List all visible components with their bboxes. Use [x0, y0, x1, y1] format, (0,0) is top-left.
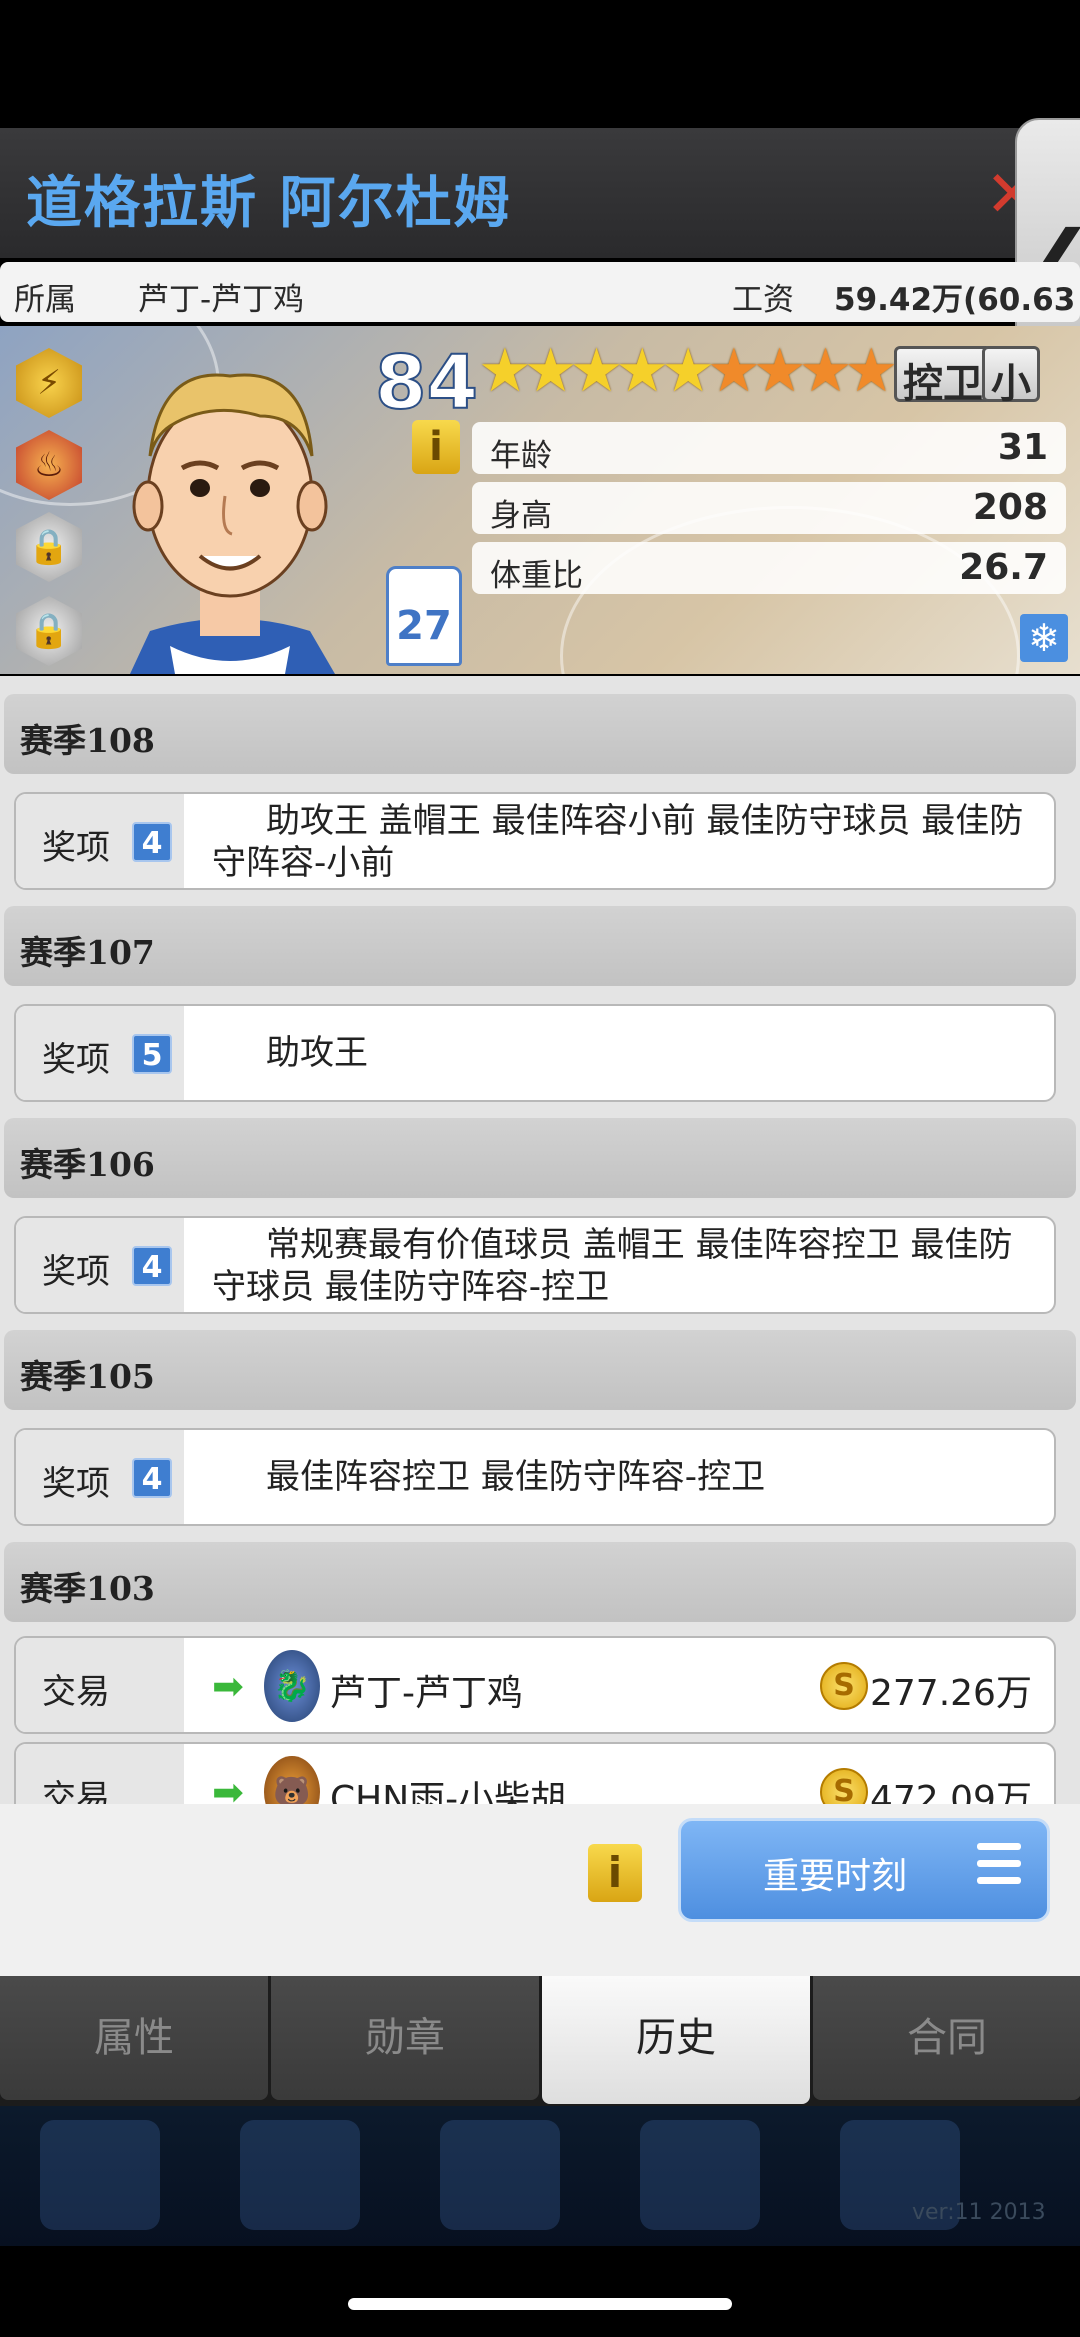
row-category-label: 奖项	[42, 1464, 110, 1504]
award-count-badge: 4	[132, 822, 172, 862]
nav-icon	[640, 2120, 760, 2230]
row-category-label: 奖项	[42, 1040, 110, 1080]
team-label: 所属	[14, 282, 76, 318]
team-salary-strip: 所属 芦丁-芦丁鸡 工资 59.42万(60.63	[0, 262, 1080, 322]
key-moments-button[interactable]: 重要时刻	[678, 1818, 1050, 1922]
team-logo-icon: 🐉	[264, 1650, 320, 1722]
arrow-right-icon: ➡	[212, 1770, 244, 1804]
team-value: 芦丁-芦丁鸡	[138, 282, 305, 318]
background-nav	[0, 2106, 1080, 2246]
stat-label: 体重比	[490, 558, 583, 594]
action-area: i 重要时刻	[0, 1804, 1080, 1976]
stat-label: 年龄	[490, 438, 552, 474]
team-logo-icon: 🐻	[264, 1756, 320, 1804]
season-header: 赛季107	[4, 906, 1076, 986]
player-card: ⚡ ♨ 🔒 🔒 27 84 ★★★★★★★★★ 控卫 小 i 年龄 31 身高 …	[0, 326, 1080, 674]
lock-icon[interactable]: 🔒	[16, 596, 82, 666]
row-category-label: 交易	[42, 1672, 110, 1712]
stat-value: 26.7	[959, 547, 1048, 588]
season-title: 赛季105	[20, 1357, 155, 1396]
star-icon: ★	[844, 336, 899, 406]
jersey-number: 27	[386, 566, 462, 666]
stat-weight-ratio: 体重比 26.7	[472, 542, 1066, 594]
award-text: 助攻王	[266, 1033, 368, 1073]
season-title: 赛季103	[20, 1569, 155, 1608]
season-header: 赛季105	[4, 1330, 1076, 1410]
coin-icon: S	[820, 1768, 868, 1804]
info-icon[interactable]: i	[588, 1844, 642, 1902]
position-tag-secondary[interactable]: 小	[982, 346, 1040, 407]
stat-value: 208	[972, 487, 1048, 528]
menu-icon	[977, 1843, 1021, 1894]
trade-amount: 472.09万	[870, 1779, 1032, 1804]
salary-value: 59.42万(60.63	[834, 282, 1076, 318]
trade-amount: 277.26万	[870, 1673, 1032, 1714]
nav-icon	[240, 2120, 360, 2230]
season-header: 赛季103	[4, 1542, 1076, 1622]
award-count-badge: 4	[132, 1246, 172, 1286]
award-row: 奖项 4 助攻王 盖帽王 最佳阵容小前 最佳防守球员 最佳防守阵容-小前	[14, 792, 1056, 890]
snowflake-icon[interactable]: ❄	[1020, 614, 1068, 662]
award-row: 奖项 5 助攻王	[14, 1004, 1056, 1102]
salary-label: 工资	[732, 282, 794, 318]
tab-attributes[interactable]: 属性	[0, 1976, 268, 2100]
trade-row[interactable]: 交易 ➡ 🐉 芦丁-芦丁鸡 S 277.26万	[14, 1636, 1056, 1734]
nav-icon	[40, 2120, 160, 2230]
team-name: CHN雨-小柴胡	[330, 1779, 567, 1804]
season-title: 赛季108	[20, 721, 155, 760]
stat-height: 身高 208	[472, 482, 1066, 534]
key-moments-label: 重要时刻	[763, 1856, 908, 1897]
star-rating: ★★★★★★★★★	[478, 336, 898, 406]
award-row: 奖项 4 最佳阵容控卫 最佳防守阵容-控卫	[14, 1428, 1056, 1526]
season-header: 赛季106	[4, 1118, 1076, 1198]
info-icon[interactable]: i	[412, 420, 460, 474]
season-header: 赛季108	[4, 694, 1076, 774]
tab-contract[interactable]: 合同	[813, 1976, 1080, 2100]
stat-label: 身高	[490, 498, 552, 534]
player-avatar	[130, 373, 335, 674]
version-label: ver:11 2013	[912, 2200, 1046, 2225]
tab-bar: 属性 勋章 历史 合同	[0, 1976, 1080, 2106]
tab-history[interactable]: 历史	[542, 1976, 810, 2104]
player-name-title: 道格拉斯 阿尔杜姆	[26, 171, 512, 236]
season-title: 赛季107	[20, 933, 155, 972]
tab-medals[interactable]: 勋章	[271, 1976, 539, 2100]
row-category-label: 交易	[42, 1778, 110, 1804]
stat-value: 31	[997, 427, 1048, 468]
overall-rating: 84	[374, 339, 479, 427]
season-title: 赛季106	[20, 1145, 155, 1184]
trade-row[interactable]: 交易 ➡ 🐻 CHN雨-小柴胡 S 472.09万	[14, 1742, 1056, 1804]
award-text: 最佳阵容控卫 最佳防守阵容-控卫	[266, 1457, 766, 1497]
award-text: 助攻王 盖帽王 最佳阵容小前 最佳防守球员 最佳防守阵容-小前	[212, 801, 1024, 883]
position-tag-primary[interactable]: 控卫	[894, 346, 992, 407]
arrow-right-icon: ➡	[212, 1664, 244, 1708]
award-count-badge: 4	[132, 1458, 172, 1498]
team-name: 芦丁-芦丁鸡	[330, 1673, 523, 1714]
coin-icon: S	[820, 1662, 868, 1710]
row-category-label: 奖项	[42, 1252, 110, 1292]
home-indicator[interactable]	[348, 2298, 732, 2310]
award-count-badge: 5	[132, 1034, 172, 1074]
lock-icon[interactable]: 🔒	[16, 512, 82, 582]
award-text: 常规赛最有价值球员 盖帽王 最佳阵容控卫 最佳防守球员 最佳防守阵容-控卫	[212, 1225, 1013, 1307]
history-list[interactable]: 赛季108 奖项 4 助攻王 盖帽王 最佳阵容小前 最佳防守球员 最佳防守阵容-…	[0, 676, 1080, 1804]
title-bar: 道格拉斯 阿尔杜姆 ✕	[0, 128, 1080, 258]
award-row: 奖项 4 常规赛最有价值球员 盖帽王 最佳阵容控卫 最佳防守球员 最佳防守阵容-…	[14, 1216, 1056, 1314]
row-category-label: 奖项	[42, 828, 110, 868]
stat-age: 年龄 31	[472, 422, 1066, 474]
nav-icon	[440, 2120, 560, 2230]
